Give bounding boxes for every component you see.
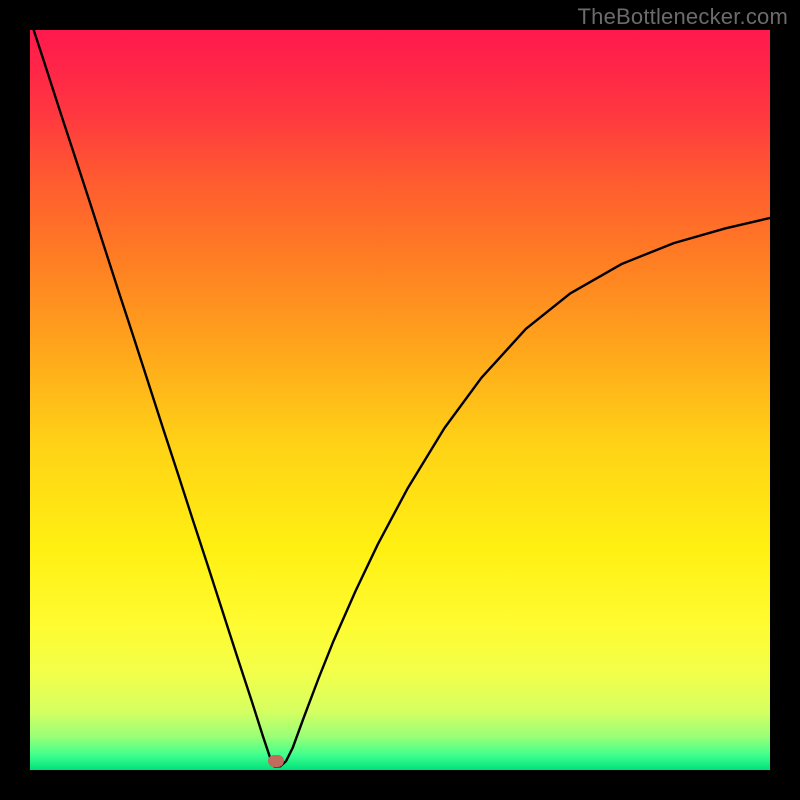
- watermark-text: TheBottlenecker.com: [578, 4, 788, 30]
- optimum-marker: [268, 755, 284, 767]
- curve-layer: [30, 30, 770, 770]
- bottleneck-curve: [34, 30, 770, 766]
- plot-area: [30, 30, 770, 770]
- chart-frame: TheBottlenecker.com: [0, 0, 800, 800]
